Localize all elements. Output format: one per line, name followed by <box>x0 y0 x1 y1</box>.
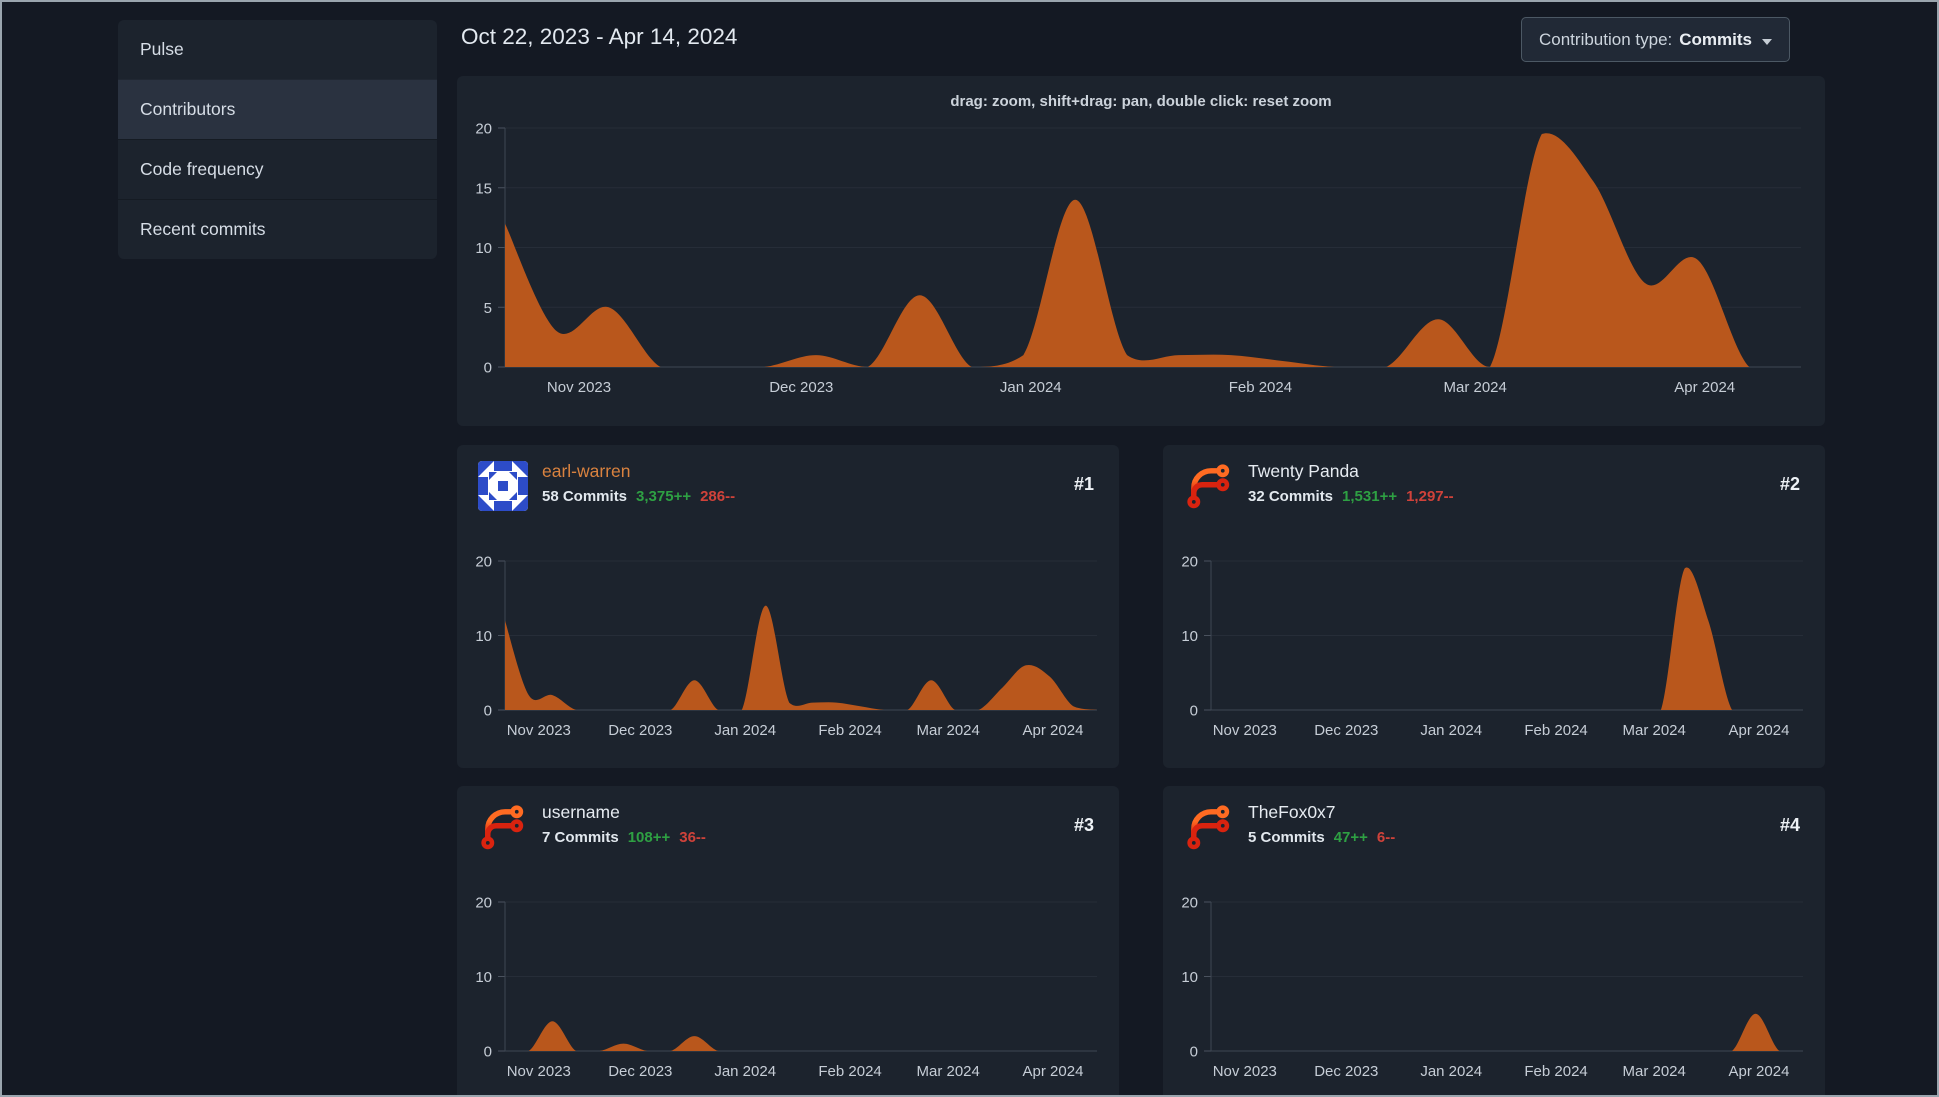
svg-text:Mar 2024: Mar 2024 <box>1623 1063 1686 1080</box>
svg-text:Feb 2024: Feb 2024 <box>1229 379 1292 396</box>
svg-text:Apr 2024: Apr 2024 <box>1729 722 1790 739</box>
sidebar-item-recent-commits[interactable]: Recent commits <box>118 199 437 259</box>
svg-text:0: 0 <box>484 703 492 720</box>
svg-text:10: 10 <box>475 628 492 645</box>
svg-text:Jan 2024: Jan 2024 <box>714 722 776 739</box>
contributor-card: username 7 Commits 108++ 36-- #3 0 10 20 No… <box>457 786 1119 1097</box>
svg-text:Feb 2024: Feb 2024 <box>818 722 881 739</box>
svg-text:Nov 2023: Nov 2023 <box>547 379 611 396</box>
contributor-card: Twenty Panda 32 Commits 1,531++ 1,297-- … <box>1163 445 1825 768</box>
overall-contributions-panel: drag: zoom, shift+drag: pan, double clic… <box>457 76 1825 426</box>
contributor-chart[interactable]: 0 10 20 Nov 2023 Dec 2023 Jan 2024 Feb 2024 Mar… <box>1163 445 1825 768</box>
svg-text:10: 10 <box>1181 969 1198 986</box>
repo-activity-menu: Pulse Contributors Code frequency Recent… <box>118 20 437 259</box>
svg-text:Dec 2023: Dec 2023 <box>608 1063 672 1080</box>
svg-text:20: 20 <box>475 895 492 912</box>
svg-text:Nov 2023: Nov 2023 <box>1213 1063 1277 1080</box>
svg-text:Nov 2023: Nov 2023 <box>507 1063 571 1080</box>
svg-text:Feb 2024: Feb 2024 <box>818 1063 881 1080</box>
svg-text:Dec 2023: Dec 2023 <box>1314 1063 1378 1080</box>
contributor-card: TheFox0x7 5 Commits 47++ 6-- #4 0 10 20 Nov… <box>1163 786 1825 1097</box>
svg-text:Mar 2024: Mar 2024 <box>1623 722 1686 739</box>
svg-text:Apr 2024: Apr 2024 <box>1023 1063 1084 1080</box>
sidebar-item-contributors[interactable]: Contributors <box>118 79 437 139</box>
svg-text:20: 20 <box>1181 895 1198 912</box>
svg-text:5: 5 <box>484 300 492 317</box>
svg-text:Nov 2023: Nov 2023 <box>1213 722 1277 739</box>
svg-text:Apr 2024: Apr 2024 <box>1674 379 1735 396</box>
svg-text:20: 20 <box>475 121 492 138</box>
contributor-chart[interactable]: 0 10 20 Nov 2023 Dec 2023 Jan 2024 Feb 2024 Mar… <box>457 786 1119 1097</box>
svg-text:Dec 2023: Dec 2023 <box>1314 722 1378 739</box>
svg-text:20: 20 <box>475 554 492 571</box>
svg-text:Apr 2024: Apr 2024 <box>1729 1063 1790 1080</box>
contributor-chart[interactable]: 0 10 20 Nov 2023 Dec 2023 Jan 2024 Feb 2024 Mar… <box>457 445 1119 768</box>
svg-text:0: 0 <box>1190 1044 1198 1061</box>
svg-text:Dec 2023: Dec 2023 <box>608 722 672 739</box>
contributor-chart[interactable]: 0 10 20 Nov 2023 Dec 2023 Jan 2024 Feb 2024 Mar… <box>1163 786 1825 1097</box>
contributor-card: earl-warren 58 Commits 3,375++ 286-- #1 … <box>457 445 1119 768</box>
svg-text:Dec 2023: Dec 2023 <box>769 379 833 396</box>
chevron-down-icon <box>1761 38 1772 45</box>
svg-text:Jan 2024: Jan 2024 <box>714 1063 776 1080</box>
svg-text:Mar 2024: Mar 2024 <box>1444 379 1507 396</box>
svg-text:0: 0 <box>484 360 492 377</box>
sidebar-item-code-frequency[interactable]: Code frequency <box>118 139 437 199</box>
date-range-heading: Oct 22, 2023 - Apr 14, 2024 <box>461 24 738 49</box>
svg-text:Jan 2024: Jan 2024 <box>1000 379 1062 396</box>
svg-text:0: 0 <box>484 1044 492 1061</box>
svg-text:Jan 2024: Jan 2024 <box>1420 1063 1482 1080</box>
svg-text:Feb 2024: Feb 2024 <box>1524 722 1587 739</box>
contribution-type-value: Commits <box>1679 29 1752 49</box>
svg-text:Mar 2024: Mar 2024 <box>917 722 980 739</box>
sidebar-item-pulse[interactable]: Pulse <box>118 20 437 79</box>
svg-text:Apr 2024: Apr 2024 <box>1023 722 1084 739</box>
svg-text:Nov 2023: Nov 2023 <box>507 722 571 739</box>
svg-text:Mar 2024: Mar 2024 <box>917 1063 980 1080</box>
svg-text:10: 10 <box>1181 628 1198 645</box>
overall-contributions-chart[interactable]: 0 5 10 15 20 Nov 2023 Dec 2023 Jan 2024 Feb 2024… <box>457 76 1825 426</box>
svg-text:10: 10 <box>475 240 492 257</box>
contribution-type-dropdown[interactable]: Contribution type: Commits <box>1521 17 1790 62</box>
svg-text:20: 20 <box>1181 554 1198 571</box>
contribution-type-label: Contribution type: <box>1539 29 1673 49</box>
svg-text:15: 15 <box>475 180 492 197</box>
svg-text:10: 10 <box>475 969 492 986</box>
app-window: Pulse Contributors Code frequency Recent… <box>0 0 1939 1097</box>
svg-text:Jan 2024: Jan 2024 <box>1420 722 1482 739</box>
svg-text:0: 0 <box>1190 703 1198 720</box>
svg-text:Feb 2024: Feb 2024 <box>1524 1063 1587 1080</box>
